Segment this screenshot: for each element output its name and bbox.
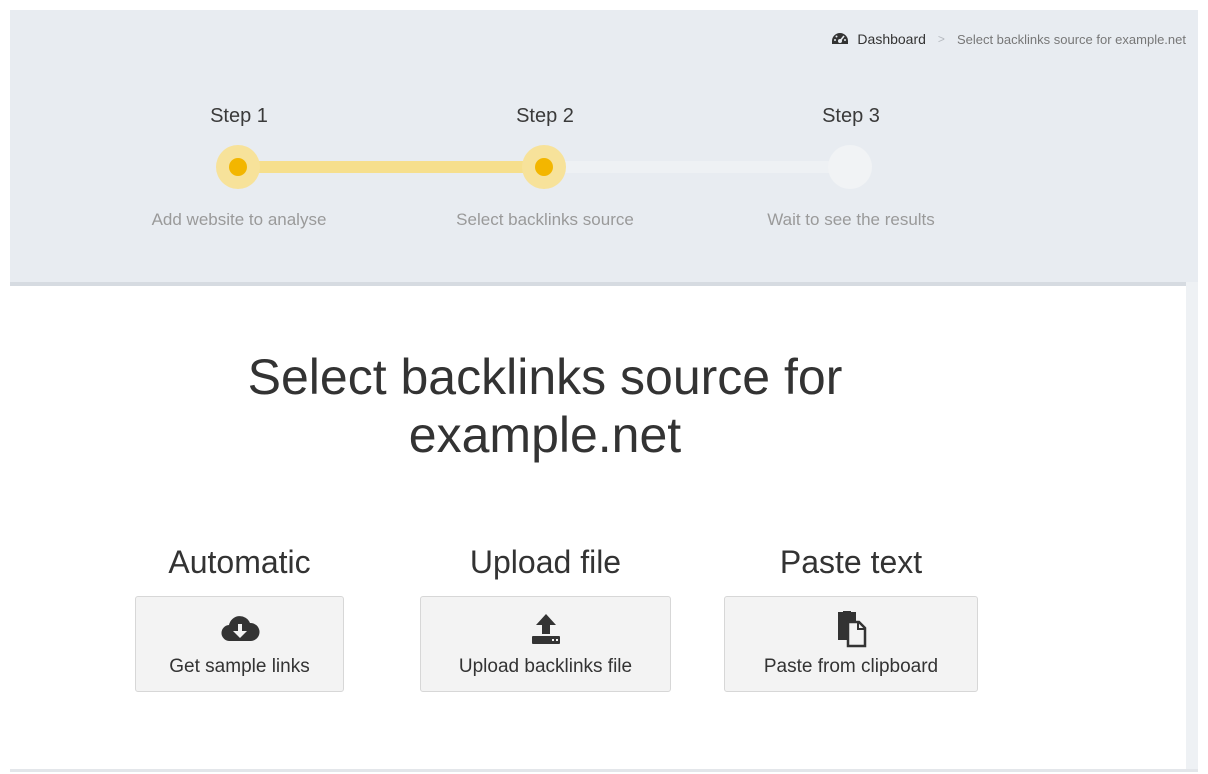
step-3-description: Wait to see the results [767,210,935,229]
get-sample-links-button[interactable]: Get sample links [135,596,344,692]
cloud-download-icon [220,610,260,648]
get-sample-links-label: Get sample links [169,656,310,677]
upload-icon [526,610,566,648]
option-paste-text: Paste text Paste from clipboard [724,540,978,692]
option-heading-upload-file: Upload file [469,544,622,580]
step-1-marker [216,145,260,189]
step-3-marker [828,145,872,189]
step-1-title: Step 1 [210,105,268,127]
option-automatic: Automatic Get sample links [135,540,344,692]
paste-from-clipboard-button[interactable]: Paste from clipboard [724,596,978,692]
step-3-title: Step 3 [822,105,880,127]
option-upload-file: Upload file Upload backlinks file [420,540,671,692]
clipboard-paste-icon [831,610,871,648]
step-2-title: Step 2 [516,105,574,127]
option-heading-paste-text: Paste text [779,544,923,580]
paste-from-clipboard-label: Paste from clipboard [763,656,939,677]
panel-bottom-border [10,769,1198,772]
page-edge [1186,282,1198,769]
step-track-1-2 [238,161,544,173]
step-2-description: Select backlinks source [456,210,634,229]
step-1-description: Add website to analyse [151,210,327,229]
upload-backlinks-file-button[interactable]: Upload backlinks file [420,596,671,692]
step-track-2-3 [544,161,850,173]
step-2-marker [522,145,566,189]
option-heading-automatic: Automatic [168,544,311,580]
upload-backlinks-file-label: Upload backlinks file [458,656,633,677]
page-title: Select backlinks source for example.net [247,349,843,463]
